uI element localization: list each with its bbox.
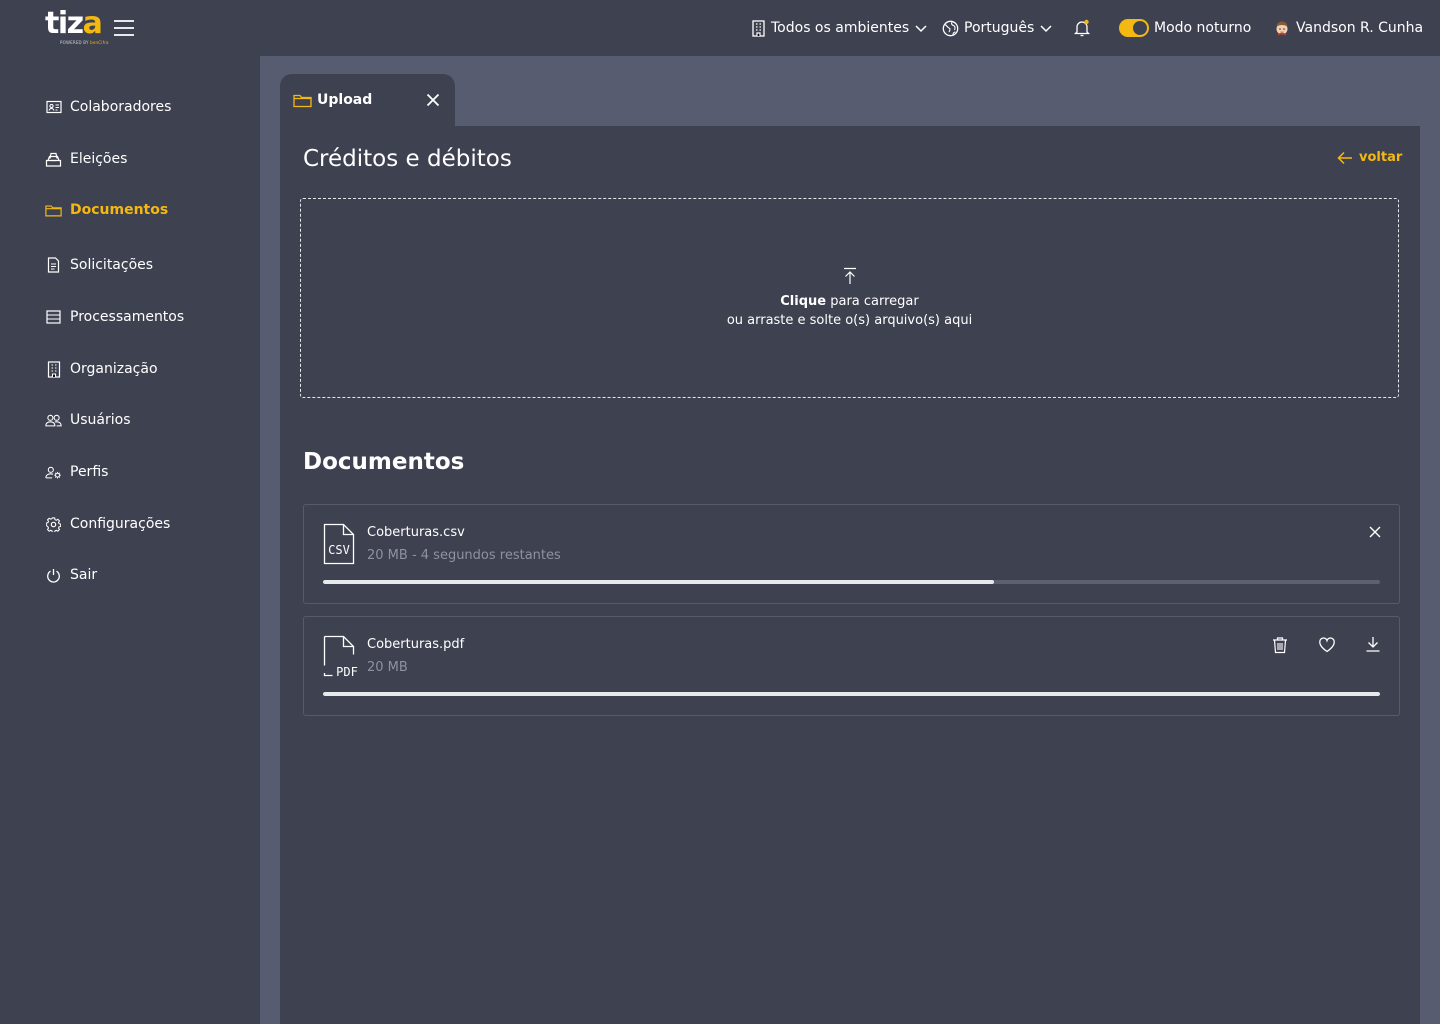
sidebar-item-perfis[interactable]: Perfis bbox=[45, 461, 108, 483]
file-meta: 20 MB - 4 segundos restantes bbox=[367, 548, 561, 563]
logo[interactable]: tiza POWERED BY benCifra bbox=[45, 6, 109, 48]
sidebar-item-processamentos[interactable]: Processamentos bbox=[45, 306, 184, 328]
back-label: voltar bbox=[1359, 150, 1403, 165]
progress-bar bbox=[323, 580, 1380, 584]
sidebar-item-label: Sair bbox=[70, 567, 98, 583]
sidebar-item-label: Usuários bbox=[70, 412, 131, 428]
progress-fill bbox=[323, 692, 1380, 696]
progress-fill bbox=[323, 580, 995, 584]
sidebar-item-sair[interactable]: Sair bbox=[45, 564, 97, 586]
sidebar-item-solicitacoes[interactable]: Solicitações bbox=[45, 254, 153, 276]
upload-icon bbox=[842, 267, 858, 285]
avatar bbox=[1273, 19, 1291, 37]
sidebar-item-label: Configurações bbox=[70, 516, 171, 532]
building-icon bbox=[45, 360, 62, 378]
file-type-label: PDF bbox=[336, 665, 358, 677]
dropzone-instruction: Clique para carregar bbox=[780, 293, 919, 309]
pdf-file-icon: PDF bbox=[323, 635, 358, 677]
logo-tagline: POWERED BY benCifra bbox=[60, 40, 109, 45]
tab-label: Upload bbox=[317, 92, 373, 108]
gear-icon bbox=[45, 516, 62, 533]
power-icon bbox=[45, 567, 62, 584]
file-name: Coberturas.csv bbox=[367, 525, 465, 540]
environment-selector[interactable]: Todos os ambientes bbox=[751, 0, 928, 56]
arrow-left-icon bbox=[1337, 151, 1353, 165]
environment-label: Todos os ambientes bbox=[771, 20, 910, 36]
night-mode-label: Modo noturno bbox=[1154, 20, 1252, 36]
sidebar-item-label: Eleições bbox=[70, 151, 128, 167]
building-icon bbox=[751, 19, 766, 37]
tab-upload[interactable]: Upload bbox=[280, 74, 455, 126]
sidebar: Colaboradores Eleições Documentos Solici… bbox=[0, 56, 260, 1024]
user-menu[interactable]: Vandson R. Cunha bbox=[1273, 0, 1423, 56]
dropzone-subtext: ou arraste e solte o(s) arquivo(s) aqui bbox=[726, 312, 973, 328]
sidebar-item-usuarios[interactable]: Usuários bbox=[45, 409, 131, 431]
users-icon bbox=[45, 412, 62, 429]
sidebar-item-label: Solicitações bbox=[70, 257, 154, 273]
file-card-complete: PDF Coberturas.pdf 20 MB bbox=[303, 616, 1400, 716]
notifications-button[interactable] bbox=[1073, 0, 1091, 56]
sidebar-item-label: Colaboradores bbox=[70, 99, 172, 115]
user-gear-icon bbox=[45, 464, 62, 481]
sidebar-item-eleicoes[interactable]: Eleições bbox=[45, 148, 127, 170]
sidebar-item-label: Organização bbox=[70, 361, 158, 377]
chevron-down-icon bbox=[1039, 21, 1053, 35]
folder-icon bbox=[45, 202, 62, 219]
chevron-down-icon bbox=[914, 21, 928, 35]
bell-icon bbox=[1073, 19, 1091, 37]
night-mode-toggle[interactable]: Modo noturno bbox=[1119, 0, 1251, 56]
file-meta: 20 MB bbox=[367, 660, 408, 675]
download-icon[interactable] bbox=[1364, 635, 1382, 653]
sidebar-item-label: Documentos bbox=[70, 202, 169, 218]
ballot-box-icon bbox=[45, 151, 62, 168]
documents-section-title: Documentos bbox=[303, 449, 465, 475]
user-name: Vandson R. Cunha bbox=[1296, 20, 1424, 36]
sidebar-item-configuracoes[interactable]: Configurações bbox=[45, 513, 170, 535]
progress-bar bbox=[323, 692, 1380, 696]
hamburger-menu-icon[interactable] bbox=[113, 18, 135, 38]
csv-file-icon: CSV bbox=[323, 523, 357, 565]
trash-icon[interactable] bbox=[1271, 636, 1289, 654]
document-icon bbox=[45, 257, 62, 274]
id-card-icon bbox=[45, 99, 62, 116]
file-name: Coberturas.pdf bbox=[367, 637, 465, 652]
file-card-uploading: CSV Coberturas.csv 20 MB - 4 segundos re… bbox=[303, 504, 1400, 604]
language-selector[interactable]: Português bbox=[942, 0, 1053, 56]
page-title: Créditos e débitos bbox=[303, 146, 512, 172]
sidebar-item-documentos[interactable]: Documentos bbox=[45, 199, 168, 221]
toggle-switch[interactable] bbox=[1119, 19, 1149, 37]
globe-icon bbox=[942, 20, 959, 37]
language-label: Português bbox=[964, 20, 1035, 36]
top-bar: tiza POWERED BY benCifra Todos os ambien… bbox=[0, 0, 1440, 56]
cancel-upload-icon[interactable] bbox=[1367, 524, 1385, 542]
back-link[interactable]: voltar bbox=[1337, 150, 1402, 165]
file-dropzone[interactable]: Clique para carregar ou arraste e solte … bbox=[300, 198, 1399, 398]
close-icon[interactable] bbox=[425, 92, 441, 108]
sidebar-item-label: Processamentos bbox=[70, 309, 185, 325]
folder-icon bbox=[293, 93, 312, 108]
sidebar-item-colaboradores[interactable]: Colaboradores bbox=[45, 96, 171, 118]
list-icon bbox=[45, 309, 62, 326]
sidebar-item-organizacao[interactable]: Organização bbox=[45, 358, 158, 380]
heart-icon[interactable] bbox=[1318, 636, 1336, 654]
sidebar-item-label: Perfis bbox=[70, 464, 109, 480]
file-type-label: CSV bbox=[328, 543, 350, 557]
logo-wordmark: tiza bbox=[45, 6, 103, 41]
